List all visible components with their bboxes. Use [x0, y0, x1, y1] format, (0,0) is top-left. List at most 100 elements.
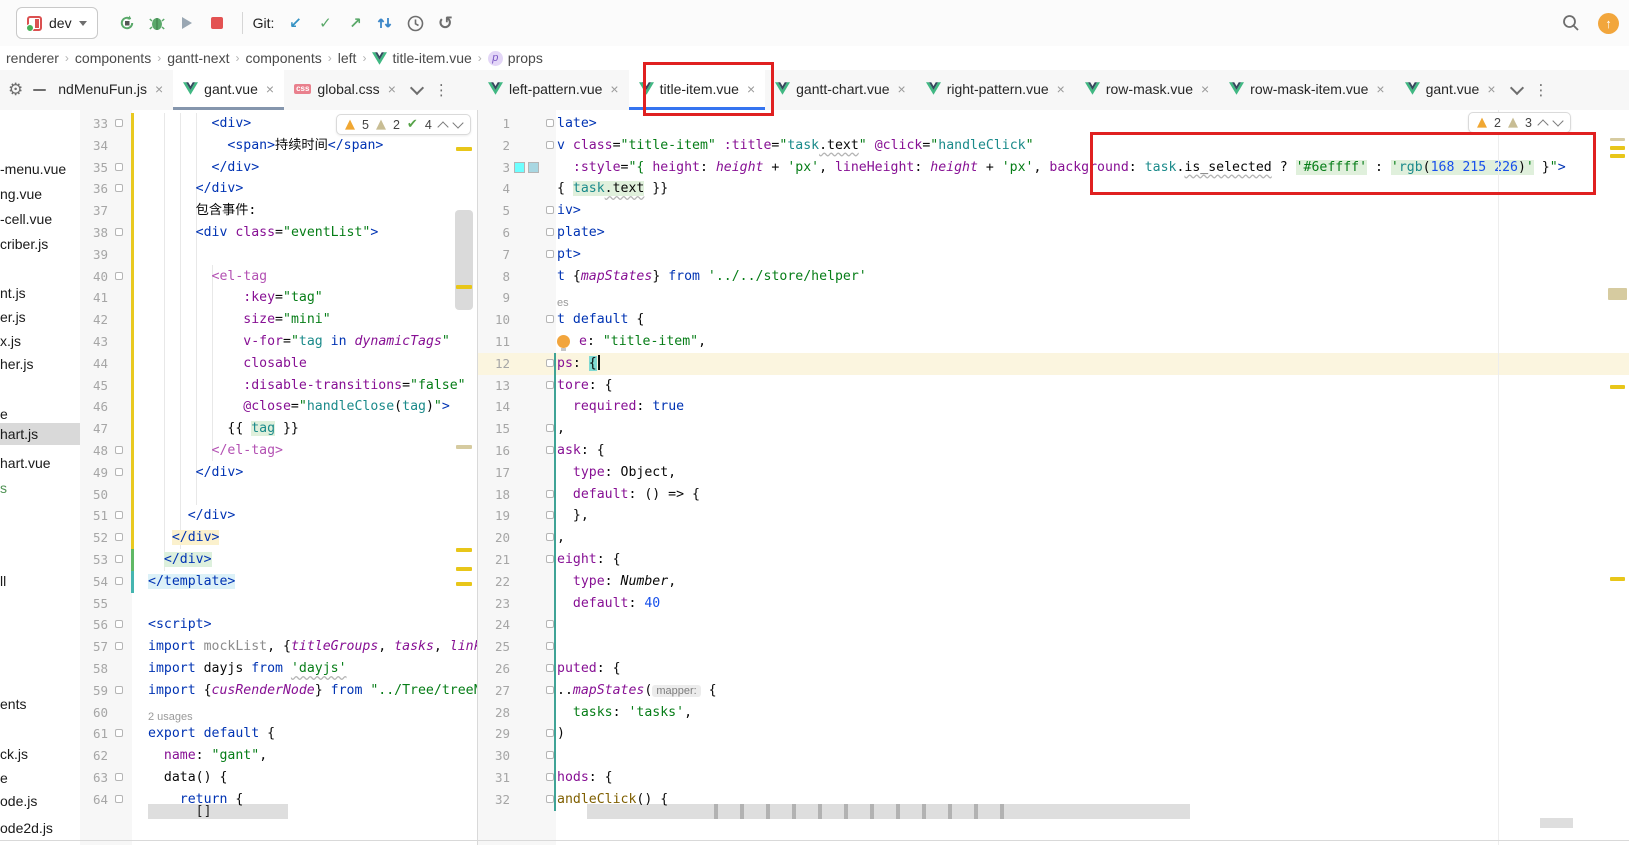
git-push-icon[interactable]: ↗ [343, 11, 367, 35]
gear-icon[interactable]: ⚙ [8, 80, 23, 100]
tab-row-mask-item.vue[interactable]: row-mask-item.vue× [1219, 70, 1394, 110]
right-error-stripe[interactable] [1607, 110, 1629, 845]
code-line-28[interactable]: 28 tasks: 'tasks', [478, 702, 1629, 724]
next-problem-icon[interactable] [1552, 115, 1563, 126]
more-options-icon[interactable]: ⋮ [1534, 81, 1549, 99]
code-line-54[interactable]: 54</template> [80, 571, 477, 593]
project-item-nt.js[interactable]: nt.js [0, 282, 26, 304]
stop-icon[interactable] [205, 11, 229, 35]
fold-marker-icon[interactable] [546, 119, 554, 127]
fold-marker-icon[interactable] [546, 228, 554, 236]
breadcrumb-item-props[interactable]: pprops [486, 50, 545, 66]
usages-inlay-hint[interactable]: es [557, 297, 569, 309]
fold-marker-icon[interactable] [115, 468, 123, 476]
fold-marker-icon[interactable] [546, 359, 554, 367]
fold-marker-icon[interactable] [115, 228, 123, 236]
fold-marker-icon[interactable] [546, 555, 554, 563]
chevron-down-icon[interactable] [1509, 81, 1523, 95]
code-line-50[interactable]: 50 [80, 484, 477, 506]
close-icon[interactable]: × [388, 81, 396, 97]
fold-marker-icon[interactable] [546, 729, 554, 737]
code-line-36[interactable]: 36 </div> [80, 178, 477, 200]
breadcrumb-item-components[interactable]: components [73, 50, 153, 66]
project-item-her.js[interactable]: her.js [0, 353, 33, 375]
code-line-63[interactable]: 63 data() { [80, 767, 477, 789]
code-line-55[interactable]: 55 [80, 593, 477, 615]
code-line-37[interactable]: 37 包含事件: [80, 200, 477, 222]
code-line-16[interactable]: 16ask: { [478, 440, 1629, 462]
git-fetch-icon[interactable] [373, 11, 397, 35]
fold-marker-icon[interactable] [546, 533, 554, 541]
fold-marker-icon[interactable] [115, 511, 123, 519]
tab-global.css[interactable]: cssglobal.css× [284, 70, 406, 110]
fold-marker-icon[interactable] [546, 490, 554, 498]
code-line-18[interactable]: 18 default: () => { [478, 484, 1629, 506]
code-line-41[interactable]: 41 :key="tag" [80, 287, 477, 309]
code-line-40[interactable]: 40 <el-tag [80, 266, 477, 288]
code-line-53[interactable]: 53 </div> [80, 549, 477, 571]
fold-marker-icon[interactable] [546, 424, 554, 432]
project-item-ode.js[interactable]: ode.js [0, 790, 37, 812]
fold-marker-icon[interactable] [546, 381, 554, 389]
code-line-10[interactable]: 10t default { [478, 309, 1629, 331]
fold-marker-icon[interactable] [546, 642, 554, 650]
code-line-12[interactable]: 12ps: { [478, 353, 1629, 375]
close-icon[interactable]: × [1487, 81, 1495, 97]
tab-left-pattern.vue[interactable]: left-pattern.vue× [478, 70, 629, 110]
fold-marker-icon[interactable] [546, 795, 554, 803]
fold-marker-icon[interactable] [546, 511, 554, 519]
code-line-43[interactable]: 43 v-for="tag in dynamicTags" [80, 331, 477, 353]
code-line-32[interactable]: 32andleClick() { [478, 789, 1629, 811]
chevron-down-icon[interactable] [410, 81, 424, 95]
breadcrumb-item-renderer[interactable]: renderer [4, 50, 61, 66]
code-line-6[interactable]: 6plate> [478, 222, 1629, 244]
fold-marker-icon[interactable] [546, 141, 554, 149]
fold-marker-icon[interactable] [115, 577, 123, 585]
git-commit-icon[interactable]: ✓ [313, 11, 337, 35]
code-line-29[interactable]: 29) [478, 723, 1629, 745]
project-item-e[interactable]: e [0, 767, 8, 789]
project-item-ng.vue[interactable]: ng.vue [0, 183, 42, 205]
fold-marker-icon[interactable] [115, 163, 123, 171]
next-problem-icon[interactable] [452, 117, 463, 128]
tab-gant.vue[interactable]: gant.vue× [1395, 70, 1506, 110]
close-icon[interactable]: × [266, 81, 274, 97]
code-line-39[interactable]: 39 [80, 244, 477, 266]
project-item-ll[interactable]: ll [0, 570, 6, 592]
usages-inlay-hint[interactable]: 2 usages [148, 711, 193, 723]
code-line-49[interactable]: 49 </div> [80, 462, 477, 484]
code-line-30[interactable]: 30 [478, 745, 1629, 767]
code-line-42[interactable]: 42 size="mini" [80, 309, 477, 331]
fold-marker-icon[interactable] [115, 272, 123, 280]
code-line-46[interactable]: 46 @close="handleClose(tag)"> [80, 396, 477, 418]
fold-marker-icon[interactable] [546, 664, 554, 672]
code-line-11[interactable]: 11e: "title-item", [478, 331, 1629, 353]
fold-marker-icon[interactable] [115, 184, 123, 192]
code-line-48[interactable]: 48 </el-tag> [80, 440, 477, 462]
fold-marker-icon[interactable] [546, 250, 554, 258]
more-options-icon[interactable]: ⋮ [434, 81, 449, 99]
fold-marker-icon[interactable] [115, 686, 123, 694]
code-line-27[interactable]: 27..mapStates(mapper: { [478, 680, 1629, 702]
code-line-15[interactable]: 15, [478, 418, 1629, 440]
debug-icon[interactable] [145, 11, 169, 35]
code-line-45[interactable]: 45 :disable-transitions="false" [80, 375, 477, 397]
code-line-52[interactable]: 52 </div> [80, 527, 477, 549]
fold-marker-icon[interactable] [546, 686, 554, 694]
fold-marker-icon[interactable] [546, 773, 554, 781]
prev-problem-icon[interactable] [1537, 119, 1548, 130]
fold-marker-icon[interactable] [115, 795, 123, 803]
close-icon[interactable]: × [610, 81, 618, 97]
tab-gantt-chart.vue[interactable]: gantt-chart.vue× [765, 70, 916, 110]
close-icon[interactable]: × [898, 81, 906, 97]
code-line-23[interactable]: 23 default: 40 [478, 593, 1629, 615]
close-icon[interactable]: × [1376, 81, 1384, 97]
code-line-17[interactable]: 17 type: Object, [478, 462, 1629, 484]
fold-marker-icon[interactable] [115, 620, 123, 628]
project-item-er.js[interactable]: er.js [0, 306, 26, 328]
project-item--cell.vue[interactable]: -cell.vue [0, 208, 52, 230]
code-line-61[interactable]: 61export default { [80, 723, 477, 745]
run-configuration-selector[interactable]: dev [16, 7, 98, 39]
code-line-8[interactable]: 8t {mapStates} from '../../store/helper' [478, 266, 1629, 288]
project-item-x.js[interactable]: x.js [0, 330, 21, 352]
